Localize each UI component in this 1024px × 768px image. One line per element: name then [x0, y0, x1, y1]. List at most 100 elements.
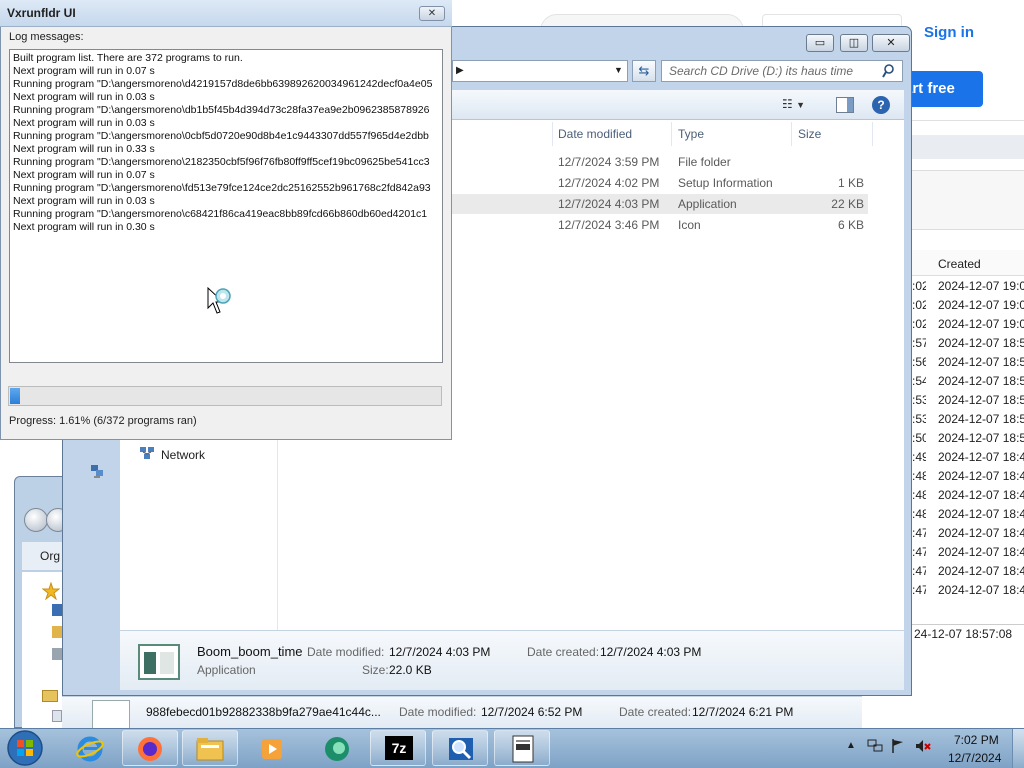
sign-in-link[interactable]: Sign in	[924, 24, 974, 41]
created-date: 2024-12-07 18:54	[938, 374, 1024, 388]
volume-muted-icon[interactable]	[914, 738, 932, 754]
created-row[interactable]: :47 2024-12-07 18:47	[912, 561, 1024, 580]
taskbar-windows-explorer[interactable]	[182, 730, 238, 766]
dialog-close-button[interactable]: ✕	[419, 6, 445, 21]
downloads-icon[interactable]	[52, 626, 62, 638]
modified-time-fragment: :53	[912, 393, 926, 407]
action-center-flag-icon[interactable]	[890, 738, 906, 754]
back-forward-buttons[interactable]	[22, 508, 70, 534]
created-column-panel: Created :02 2024-12-07 19:02:02 2024-12-07…	[912, 250, 1024, 599]
taskbar-internet-explorer[interactable]	[62, 730, 118, 766]
back-arrow-icon[interactable]	[24, 508, 48, 532]
network-tray-icon[interactable]	[866, 738, 884, 754]
file-row[interactable]: 12/7/2024 3:46 PM Icon 6 KB	[452, 215, 868, 235]
clock-time[interactable]: 7:02 PM	[954, 733, 999, 747]
created-row[interactable]: :48 2024-12-07 18:48	[912, 485, 1024, 504]
progress-status: Progress: 1.61% (6/372 programs ran)	[9, 415, 197, 427]
start-free-button[interactable]: art free	[904, 71, 983, 107]
created-row[interactable]: :48 2024-12-07 18:48	[912, 466, 1024, 485]
file-row[interactable]: 12/7/2024 3:59 PM File folder	[452, 152, 868, 172]
help-icon[interactable]: ?	[872, 96, 890, 114]
show-desktop-button[interactable]	[1012, 729, 1024, 768]
created-column-header[interactable]: Created	[912, 250, 1024, 276]
modified-time-fragment: :47	[912, 526, 926, 540]
preview-pane-icon[interactable]	[836, 97, 854, 113]
taskbar-browser-app[interactable]	[308, 730, 364, 766]
search-input[interactable]: Search CD Drive (D:) its haus time	[661, 60, 903, 82]
change-view-button[interactable]: ☷ ▼	[782, 97, 805, 111]
maximize-button[interactable]: ◫	[840, 34, 868, 52]
refresh-button[interactable]: ⇆	[632, 60, 656, 82]
start-orb-icon[interactable]	[5, 729, 45, 767]
clock-date[interactable]: 12/7/2024	[948, 751, 1001, 765]
recent-places-icon[interactable]	[52, 648, 62, 660]
taskbar-media-player[interactable]	[244, 730, 300, 766]
back-selected-file-name: 988febecd01b92882338b9fa279ae41c44c...	[146, 705, 381, 719]
created-date: 2024-12-07 18:48	[938, 469, 1024, 483]
file-row[interactable]: 12/7/2024 4:02 PM Setup Information 1 KB	[452, 173, 868, 193]
log-line: Running program "D:\angersmoreno\c68421f…	[13, 208, 428, 220]
created-row[interactable]: :02 2024-12-07 19:02	[912, 276, 1024, 295]
created-row[interactable]: :53 2024-12-07 18:53	[912, 409, 1024, 428]
created-row[interactable]: :54 2024-12-07 18:54	[912, 371, 1024, 390]
created-row[interactable]: :47 2024-12-07 18:47	[912, 542, 1024, 561]
address-dropdown-icon[interactable]: ▼	[614, 65, 623, 75]
modified-time-fragment: :47	[912, 545, 926, 559]
size-label: Size:	[362, 663, 389, 677]
taskbar-search-tool[interactable]	[432, 730, 488, 766]
log-line: Running program "D:\angersmoreno\db1b5f4…	[13, 104, 430, 116]
file-row[interactable]: 12/7/2024 4:03 PM Application 22 KB	[452, 194, 868, 214]
show-hidden-icons-icon[interactable]: ▲	[846, 740, 856, 751]
log-line: Next program will run in 0.30 s	[13, 221, 155, 233]
log-line: Built program list. There are 372 progra…	[13, 52, 243, 64]
created-row[interactable]: :47 2024-12-07 18:47	[912, 580, 1024, 599]
view-list-icon: ☷	[782, 97, 793, 111]
created-row[interactable]: :49 2024-12-07 18:49	[912, 447, 1024, 466]
log-line: Next program will run in 0.03 s	[13, 91, 155, 103]
column-size[interactable]: Size	[798, 127, 821, 141]
taskbar-7zip[interactable]: 7z	[370, 730, 426, 766]
created-row[interactable]: :53 2024-12-07 18:53	[912, 390, 1024, 409]
created-row[interactable]: :56 2024-12-07 18:56	[912, 352, 1024, 371]
progress-bar-fill	[10, 388, 20, 404]
created-date: 2024-12-07 18:47	[938, 545, 1024, 559]
dialog-title: Vxrunfldr UI	[7, 6, 76, 20]
busy-cursor-icon	[207, 286, 231, 314]
progress-bar	[8, 386, 442, 406]
breadcrumb-chevron-icon[interactable]: ▶	[456, 65, 464, 76]
search-icon[interactable]	[882, 63, 898, 79]
taskbar-firefox[interactable]	[122, 730, 178, 766]
log-line: Next program will run in 0.03 s	[13, 195, 155, 207]
modified-time-fragment: :48	[912, 469, 926, 483]
created-date: 2024-12-07 18:56	[938, 355, 1024, 369]
libraries-folder-icon[interactable]	[42, 690, 58, 702]
minimize-button[interactable]: ▭	[806, 34, 834, 52]
column-type[interactable]: Type	[678, 127, 704, 141]
file-size: 6 KB	[837, 218, 864, 232]
navigation-pane	[120, 440, 278, 630]
close-button[interactable]: ✕	[872, 34, 910, 52]
browser-header-band	[912, 135, 1024, 159]
taskbar-notepad-document[interactable]	[494, 730, 550, 766]
created-row[interactable]: :02 2024-12-07 19:02	[912, 314, 1024, 333]
date-created-label: Date created:	[527, 645, 600, 659]
document-icon	[512, 735, 534, 763]
file-size: 22 KB	[831, 197, 864, 211]
network-icon[interactable]	[89, 463, 105, 479]
created-row[interactable]: :50 2024-12-07 18:50	[912, 428, 1024, 447]
created-row[interactable]: :48 2024-12-07 18:48	[912, 504, 1024, 523]
created-row[interactable]: :47 2024-12-07 18:47	[912, 523, 1024, 542]
address-bar[interactable]	[452, 60, 628, 82]
log-line: Next program will run in 0.33 s	[13, 143, 155, 155]
created-row[interactable]: :57 2024-12-07 18:57	[912, 333, 1024, 352]
favorites-star-icon[interactable]	[42, 582, 60, 600]
desktop-icon[interactable]	[52, 604, 62, 616]
modified-time-fragment: :50	[912, 431, 926, 445]
column-date-modified[interactable]: Date modified	[558, 127, 632, 141]
created-row[interactable]: :02 2024-12-07 19:02	[912, 295, 1024, 314]
documents-icon[interactable]	[52, 710, 62, 722]
network-icon[interactable]	[139, 446, 155, 460]
log-line: Next program will run in 0.07 s	[13, 65, 155, 77]
nav-item-network[interactable]: Network	[161, 448, 205, 462]
log-line: Next program will run in 0.07 s	[13, 169, 155, 181]
